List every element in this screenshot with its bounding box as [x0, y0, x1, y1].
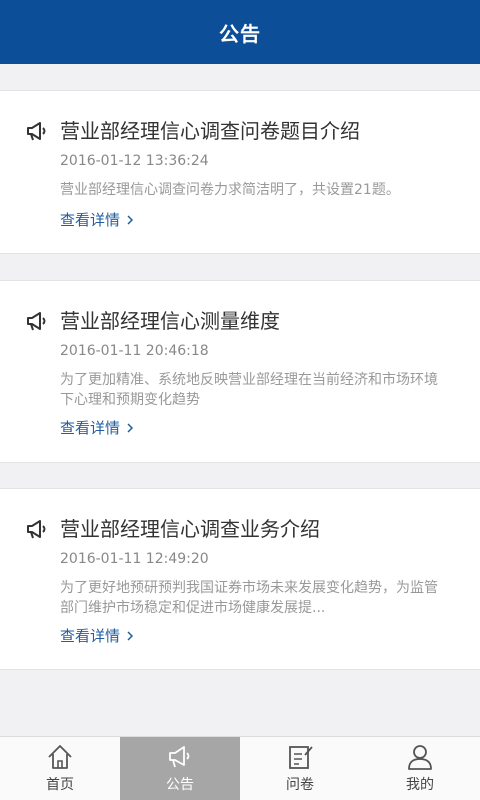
bottom-tab-bar: 首页 公告 问卷 我的	[0, 736, 480, 800]
notice-card[interactable]: 营业部经理信心测量维度 2016-01-11 20:46:18 为了更加精准、系…	[0, 280, 480, 463]
megaphone-icon	[27, 520, 46, 539]
notice-date: 2016-01-11 12:49:20	[60, 551, 209, 567]
view-details-label: 查看详情	[60, 211, 121, 229]
megaphone-icon	[169, 746, 190, 768]
view-details-label: 查看详情	[60, 627, 121, 645]
notice-title: 营业部经理信心测量维度	[60, 309, 280, 333]
view-details-label: 查看详情	[60, 419, 121, 437]
notice-card[interactable]: 营业部经理信心调查问卷题目介绍 2016-01-12 13:36:24 营业部经…	[0, 90, 480, 254]
notice-summary: 为了更好地预研预判我国证券市场未来发展变化趋势，为监管部门维护市场稳定和促进市场…	[60, 580, 438, 616]
tab-notice[interactable]: 公告	[120, 737, 240, 800]
tab-label: 问卷	[286, 777, 314, 793]
header-bar: 公告	[0, 0, 480, 64]
tab-label: 公告	[166, 777, 194, 793]
chevron-right-icon	[127, 214, 134, 225]
notice-summary: 营业部经理信心调查问卷力求简洁明了，共设置21题。	[60, 182, 400, 198]
survey-icon	[289, 746, 313, 769]
view-details-link[interactable]: 查看详情	[60, 209, 136, 230]
tab-label: 我的	[406, 777, 434, 793]
notice-title: 营业部经理信心调查业务介绍	[60, 517, 320, 541]
notice-title: 营业部经理信心调查问卷题目介绍	[60, 119, 360, 143]
notice-date: 2016-01-12 13:36:24	[60, 153, 209, 169]
user-icon	[408, 745, 432, 770]
chevron-right-icon	[127, 422, 134, 433]
view-details-link[interactable]: 查看详情	[60, 625, 136, 646]
notice-card[interactable]: 营业部经理信心调查业务介绍 2016-01-11 12:49:20 为了更好地预…	[0, 488, 480, 670]
tab-home[interactable]: 首页	[0, 737, 120, 800]
page-title: 公告	[219, 21, 261, 46]
tab-survey[interactable]: 问卷	[240, 737, 360, 800]
notice-date: 2016-01-11 20:46:18	[60, 343, 209, 359]
tab-label: 首页	[46, 777, 74, 793]
megaphone-icon	[27, 122, 46, 141]
chevron-right-icon	[127, 630, 134, 641]
megaphone-icon	[27, 312, 46, 331]
tab-profile[interactable]: 我的	[360, 737, 480, 800]
notice-summary: 为了更加精准、系统地反映营业部经理在当前经济和市场环境下心理和预期变化趋势	[60, 372, 438, 408]
view-details-link[interactable]: 查看详情	[60, 417, 136, 438]
home-icon	[48, 745, 72, 769]
